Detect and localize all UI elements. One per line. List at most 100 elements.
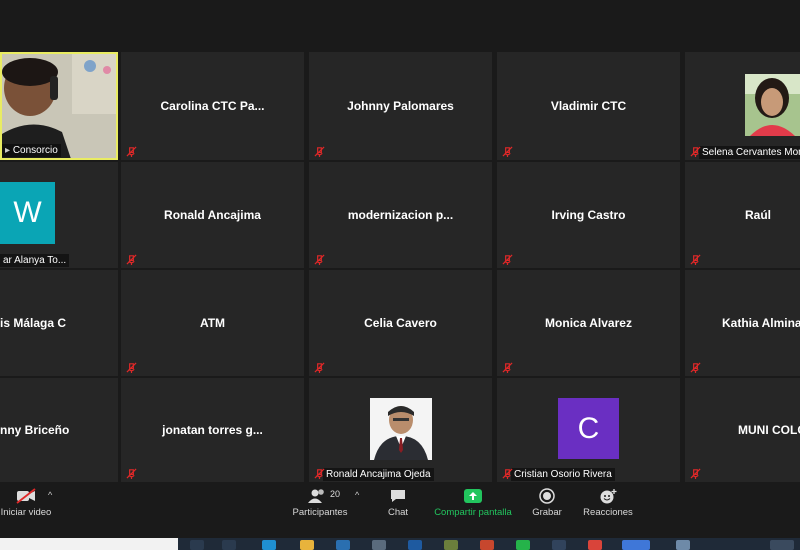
record-icon bbox=[539, 488, 555, 504]
video-off-icon bbox=[16, 488, 36, 504]
tray-clock bbox=[770, 540, 794, 550]
profile-photo bbox=[745, 74, 800, 136]
participant-name: Raúl bbox=[745, 208, 772, 222]
mic-muted-icon bbox=[314, 254, 325, 265]
participant-tile[interactable]: MUNI COLC bbox=[685, 378, 800, 482]
participant-tile[interactable]: is Málaga C bbox=[0, 270, 118, 376]
mic-muted-icon bbox=[126, 468, 137, 479]
participant-tile[interactable]: Selena Cervantes Mon bbox=[685, 52, 800, 160]
participant-tile[interactable]: jonatan torres g... bbox=[121, 378, 304, 482]
mic-muted-icon bbox=[502, 146, 513, 157]
participant-tile[interactable]: Kathia Almina bbox=[685, 270, 800, 376]
avatar-letter: W bbox=[13, 196, 42, 229]
edge-browser-icon[interactable] bbox=[262, 540, 276, 550]
mic-muted-icon bbox=[314, 146, 325, 157]
participant-name: nny Briceño bbox=[0, 423, 70, 437]
mic-muted-icon bbox=[502, 468, 513, 479]
top-bar bbox=[0, 0, 800, 52]
chat-button[interactable]: Chat bbox=[380, 488, 416, 518]
meeting-toolbar: Iniciar video ^ 20 Participantes ^ Chat … bbox=[0, 482, 800, 538]
participant-tile[interactable]: ATM bbox=[121, 270, 304, 376]
app-icon[interactable] bbox=[444, 540, 458, 550]
mic-muted-icon bbox=[502, 254, 513, 265]
avatar: W bbox=[0, 182, 55, 244]
participant-tile[interactable]: W ar Alanya To... bbox=[0, 162, 118, 268]
participant-name: Kathia Almina bbox=[722, 316, 800, 330]
participant-tile[interactable]: modernizacion p... bbox=[309, 162, 492, 268]
mic-muted-icon bbox=[126, 362, 137, 373]
mic-muted-icon bbox=[690, 146, 701, 157]
participant-tile[interactable]: Ronald Ancajima Ojeda bbox=[309, 378, 492, 482]
participants-label: Participantes bbox=[292, 507, 348, 518]
chrome-icon[interactable] bbox=[588, 540, 602, 550]
mic-muted-icon bbox=[314, 362, 325, 373]
participant-name: Johnny Palomares bbox=[347, 99, 454, 113]
mic-muted-icon bbox=[314, 468, 325, 479]
tray-icon[interactable] bbox=[676, 540, 690, 550]
participant-name: Consorcio bbox=[12, 145, 58, 156]
participant-tile[interactable]: Carolina CTC Pa... bbox=[121, 52, 304, 160]
start-video-label: Iniciar video bbox=[0, 507, 52, 518]
reactions-label: Reacciones bbox=[583, 507, 633, 518]
mic-muted-icon bbox=[690, 468, 701, 479]
participant-tile[interactable]: Monica Alvarez bbox=[497, 270, 680, 376]
video-options-chevron-icon[interactable]: ^ bbox=[48, 490, 52, 500]
app-icon[interactable] bbox=[552, 540, 566, 550]
zoom-app-icon[interactable] bbox=[622, 540, 650, 550]
participant-tile[interactable]: Irving Castro bbox=[497, 162, 680, 268]
mic-muted-icon bbox=[690, 362, 701, 373]
app-icon[interactable] bbox=[336, 540, 350, 550]
participant-tile[interactable]: Johnny Palomares bbox=[309, 52, 492, 160]
start-video-button[interactable]: Iniciar video bbox=[0, 488, 52, 518]
reactions-button[interactable]: Reacciones bbox=[583, 488, 633, 518]
participant-tile[interactable]: Celia Cavero bbox=[309, 270, 492, 376]
participant-tile[interactable]: Vladimir CTC bbox=[497, 52, 680, 160]
reactions-icon bbox=[600, 489, 617, 504]
avatar-letter: C bbox=[577, 411, 600, 445]
word-icon[interactable] bbox=[408, 540, 422, 550]
participant-name: is Málaga C bbox=[0, 316, 67, 330]
gallery-grid: ▸ Consorcio Carolina CTC Pa... Johnny Pa… bbox=[0, 52, 800, 482]
participant-name: jonatan torres g... bbox=[162, 423, 263, 437]
participant-name: Celia Cavero bbox=[364, 316, 437, 330]
participant-tile[interactable]: nny Briceño bbox=[0, 378, 118, 482]
whatsapp-icon[interactable] bbox=[516, 540, 530, 550]
chat-label: Chat bbox=[387, 507, 409, 518]
participant-tile[interactable]: Ronald Ancajima bbox=[121, 162, 304, 268]
file-explorer-icon[interactable] bbox=[300, 540, 314, 550]
participant-name: Carolina CTC Pa... bbox=[160, 99, 265, 113]
participant-tile[interactable]: C Cristian Osorio Rivera bbox=[497, 378, 680, 482]
participant-name: Ronald Ancajima bbox=[164, 208, 261, 222]
profile-photo bbox=[370, 398, 432, 460]
avatar: C bbox=[558, 398, 619, 459]
participant-name: MUNI COLC bbox=[738, 423, 800, 437]
participants-options-chevron-icon[interactable]: ^ bbox=[355, 490, 359, 500]
participant-tile-self[interactable]: ▸ Consorcio bbox=[0, 52, 118, 160]
mic-muted-icon bbox=[502, 362, 513, 373]
participant-name: Cristian Osorio Rivera bbox=[511, 468, 615, 481]
share-screen-button[interactable]: Compartir pantalla bbox=[432, 488, 514, 518]
mic-muted-icon bbox=[126, 254, 137, 265]
participant-name: modernizacion p... bbox=[347, 208, 454, 222]
participant-name: Irving Castro bbox=[551, 208, 626, 222]
record-label: Grabar bbox=[532, 507, 562, 518]
participant-name: Vladimir CTC bbox=[550, 99, 627, 113]
participant-tile[interactable]: Raúl bbox=[685, 162, 800, 268]
participant-name: Monica Alvarez bbox=[545, 316, 632, 330]
chat-icon bbox=[391, 490, 405, 502]
share-screen-icon bbox=[464, 489, 482, 503]
powerpoint-icon[interactable] bbox=[480, 540, 494, 550]
store-icon[interactable] bbox=[372, 540, 386, 550]
participant-name: ar Alanya To... bbox=[0, 254, 70, 267]
participants-button[interactable]: 20 Participantes bbox=[290, 488, 350, 518]
mic-muted-icon bbox=[126, 146, 137, 157]
taskbar-search-box[interactable] bbox=[0, 538, 178, 550]
share-screen-label: Compartir pantalla bbox=[434, 507, 512, 518]
participant-name: Selena Cervantes Mon bbox=[699, 146, 800, 159]
search-icon[interactable] bbox=[190, 540, 204, 550]
record-button[interactable]: Grabar bbox=[530, 488, 564, 518]
participant-name: ATM bbox=[199, 316, 226, 330]
mic-muted-icon bbox=[690, 254, 701, 265]
participant-name: Ronald Ancajima Ojeda bbox=[323, 468, 434, 481]
task-view-icon[interactable] bbox=[222, 540, 236, 550]
